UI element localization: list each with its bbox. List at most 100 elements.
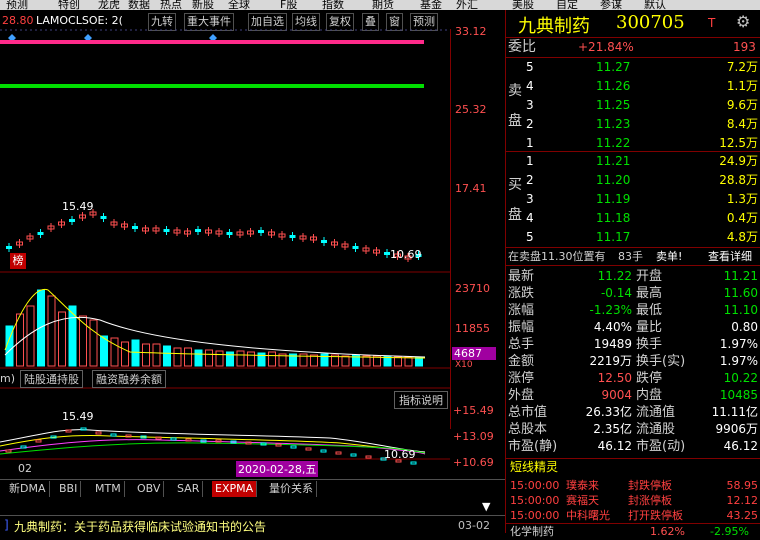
stat-label: 涨停: [508, 371, 535, 386]
buy-order-row[interactable]: 4 11.18 0.4万: [526, 210, 758, 227]
order-level: 1: [526, 136, 534, 150]
toolbar-item[interactable]: 参谋: [600, 0, 622, 10]
stat-label: 换手: [636, 337, 663, 352]
sell-order-row[interactable]: 2 11.23 8.4万: [526, 116, 758, 133]
buy-order-row[interactable]: 2 11.20 28.8万: [526, 172, 758, 189]
order-price: 11.23: [596, 117, 631, 131]
toolbar-item[interactable]: 外汇: [456, 0, 478, 10]
sell-order-row[interactable]: 4 11.26 1.1万: [526, 78, 758, 95]
stat-value: 46.12: [723, 439, 758, 453]
stat-value: -0.14: [600, 286, 632, 300]
sprite-row[interactable]: 15:00:00 璞泰来 封跌停板 58.95: [510, 478, 758, 493]
toolbar-item[interactable]: 数据: [128, 0, 150, 10]
sector-value: 1.62%: [650, 525, 685, 538]
indicator-help-button[interactable]: 指标说明: [394, 391, 448, 409]
sprite-row[interactable]: 15:00:00 中科曙光 打开跌停板 43.25: [510, 508, 758, 523]
stat-value: 9906万: [715, 422, 758, 436]
order-price: 11.19: [596, 192, 631, 206]
order-level: 5: [526, 230, 534, 244]
subtab-hk-connect[interactable]: 陆股通持股: [20, 370, 83, 388]
order-volume: 8.4万: [726, 117, 758, 131]
price-axis-label: 25.32: [455, 103, 487, 116]
order-volume: 7.2万: [726, 60, 758, 74]
news-title[interactable]: 九典制药：关于药品获得临床试验通知书的公告: [14, 518, 266, 535]
sprite-row[interactable]: 15:00:00 赛福天 封涨停板 12.12: [510, 493, 758, 508]
toolbar-item[interactable]: 期货: [372, 0, 394, 10]
sell-order-row[interactable]: 5 11.27 7.2万: [526, 59, 758, 76]
quote-panel: 九典制药 300705 T ⚙ 委比 +21.84% 193 卖盘 5 11.27…: [505, 10, 760, 538]
rank-badge[interactable]: 榜: [10, 253, 26, 269]
indicator-candle: [170, 437, 177, 441]
order-price: 11.25: [596, 98, 631, 112]
sector-name: 化学制药: [510, 525, 554, 538]
stat-row: 最新 11.22 开盘 11.21: [508, 268, 758, 285]
subtab-margin[interactable]: 融资融券余额: [92, 370, 166, 388]
weibi-label: 委比: [508, 39, 536, 55]
stat-row: 涨幅 -1.23% 最低 11.10: [508, 302, 758, 319]
stat-label: 总股本: [508, 422, 548, 437]
stat-value: 12.50: [597, 371, 632, 385]
volume-bar: [320, 353, 329, 367]
indicator-tab[interactable]: BBI: [56, 481, 82, 497]
sell-order-row[interactable]: 3 11.25 9.6万: [526, 97, 758, 114]
toolbar-item[interactable]: 预测: [6, 0, 28, 10]
news-bar[interactable]: ] 九典制药：关于药品获得临床试验通知书的公告 03-02: [0, 515, 505, 534]
toolbar-item[interactable]: 新股: [192, 0, 214, 10]
dropdown-icon[interactable]: ▼: [482, 500, 490, 513]
buy-order-row[interactable]: 3 11.19 1.3万: [526, 191, 758, 208]
trade-detail-link[interactable]: 查看详细: [708, 248, 752, 265]
candlestick-group: [6, 209, 422, 262]
stat-label: 最高: [636, 286, 663, 301]
indicator-tab[interactable]: EXPMA: [212, 481, 258, 497]
toolbar-item[interactable]: 特创: [58, 0, 80, 10]
indicator-tab[interactable]: 新DMA: [6, 481, 50, 497]
sprite-value: 58.95: [726, 479, 759, 492]
toolbar-item[interactable]: 龙虎: [98, 0, 120, 10]
order-level: 2: [526, 117, 534, 131]
indicator-tab[interactable]: SAR: [174, 481, 204, 497]
volume-bar: [121, 341, 129, 367]
sprite-stock: 璞泰来: [566, 479, 599, 492]
indicator-candle: [365, 455, 372, 459]
trade-text: 在卖盘11.30位置有: [508, 250, 606, 263]
toolbar-item[interactable]: 基金: [420, 0, 442, 10]
toolbar-item[interactable]: F股: [280, 0, 297, 10]
news-date: 03-02: [458, 519, 490, 532]
order-price: 11.27: [596, 60, 631, 74]
sell-order-row[interactable]: 1 11.22 12.5万: [526, 135, 758, 152]
stat-row: 涨跌 -0.14 最高 11.60: [508, 285, 758, 302]
gear-icon[interactable]: ⚙: [736, 12, 750, 31]
toolbar-item[interactable]: 全球: [228, 0, 250, 10]
indicator-tab[interactable]: MTM: [92, 481, 125, 497]
toolbar-item[interactable]: 美股: [512, 0, 534, 10]
indicator-candle: [65, 429, 72, 433]
stock-title: 九典制药 300705 T ⚙: [506, 10, 760, 37]
stat-value: 11.22: [597, 269, 632, 283]
toolbar-item[interactable]: 指数: [322, 0, 344, 10]
stat-value: 10.22: [723, 371, 758, 385]
subtab[interactable]: m): [0, 372, 15, 385]
stat-label: 跌停: [636, 371, 663, 386]
toolbar-item[interactable]: 热点: [160, 0, 182, 10]
toolbar-item[interactable]: 自定: [556, 0, 578, 10]
top-toolbar: 预测 特创 龙虎 数据 热点 新股 全球 F股 指数 期货 基金 外汇 美股 自…: [0, 0, 760, 10]
buy-order-row[interactable]: 1 11.21 24.9万: [526, 153, 758, 170]
date-label: 02: [18, 462, 32, 475]
indicator-tab[interactable]: OBV: [134, 481, 165, 497]
ind-axis-label: +13.09: [453, 430, 494, 443]
ind-low-label: 10.69: [384, 448, 416, 461]
indicator-candle: [110, 433, 117, 437]
order-price: 11.21: [596, 154, 631, 168]
indicator-candle: [350, 453, 357, 457]
toolbar-item[interactable]: 默认: [644, 0, 666, 10]
order-volume: 4.8万: [726, 230, 758, 244]
stat-row: 振幅 4.40% 量比 0.80: [508, 319, 758, 336]
stat-value: 9004: [601, 388, 632, 402]
stat-row: 总市值 26.33亿 流通值 11.11亿: [508, 404, 758, 421]
stat-value: 4.40%: [593, 320, 632, 334]
kline-chart-area[interactable]: 28.80 LAMOCLSOE: 2( 九转 重大事件 加自选 均线 复权叠窗预测 33…: [0, 10, 505, 534]
indicator-tab[interactable]: 量价关系: [266, 481, 317, 497]
buy-order-row[interactable]: 5 11.17 4.8万: [526, 229, 758, 246]
stat-row: 外盘 9004 内盘 10485: [508, 387, 758, 404]
volume-bar: [152, 343, 161, 367]
